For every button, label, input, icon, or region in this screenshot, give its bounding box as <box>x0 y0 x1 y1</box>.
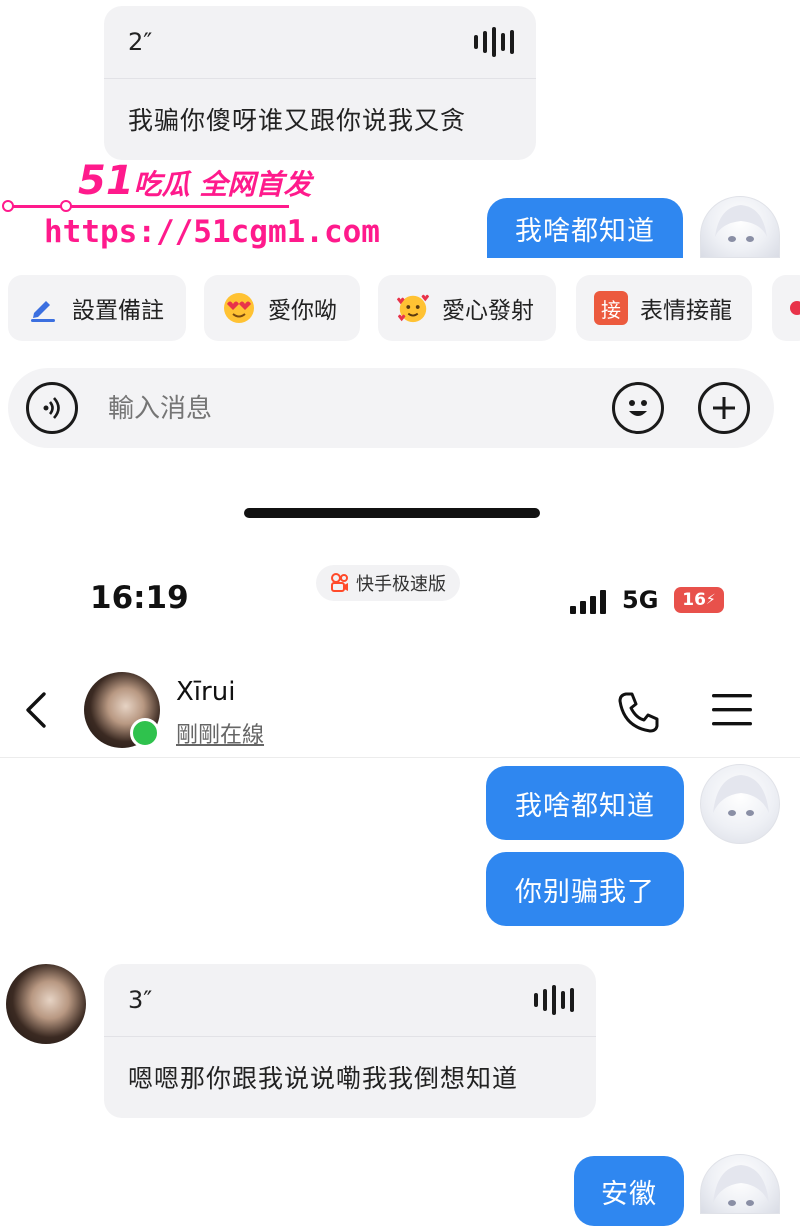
battery-indicator: 16 ⚡ <box>674 587 724 613</box>
voice-input-icon[interactable] <box>26 382 78 434</box>
voice-message-bubble[interactable]: 3″ 嗯嗯那你跟我说说嘞我我倒想知道 <box>104 964 596 1118</box>
emoji-icon[interactable] <box>612 382 664 434</box>
voice-waveform-icon[interactable] <box>534 985 574 1015</box>
network-type: 5G <box>622 586 659 614</box>
my-avatar[interactable] <box>700 764 780 844</box>
contact-last-seen: 剛剛在線 <box>176 723 265 748</box>
message-text: 你别骗我了 <box>515 876 655 908</box>
message-text: 我啥都知道 <box>515 215 655 247</box>
menu-icon[interactable] <box>710 690 754 730</box>
jie-badge-icon: 接 <box>594 291 628 325</box>
voice-transcript: 我骗你傻呀谁又跟你说我又贪 <box>128 106 467 135</box>
add-plus-icon[interactable] <box>698 382 750 434</box>
chip-heart-launch[interactable]: 愛心發射 <box>378 275 556 341</box>
status-time: 16:19 <box>90 580 189 616</box>
voice-waveform-icon[interactable] <box>474 27 514 57</box>
pencil-icon <box>26 291 60 325</box>
voice-message-bubble[interactable]: 2″ 我骗你傻呀谁又跟你说我又贪 <box>104 6 536 160</box>
outgoing-message-bubble[interactable]: 我啥都知道 <box>487 198 683 258</box>
hearts-emoji-icon <box>396 291 430 325</box>
chip-emoji-relay[interactable]: 接 表情接龍 <box>576 275 752 341</box>
watermark-logo: 51吃瓜 全网首发 <box>78 158 312 204</box>
message-input[interactable] <box>106 386 590 432</box>
my-avatar[interactable] <box>700 1154 780 1214</box>
back-to-app-pill[interactable]: 快手极速版 <box>316 565 460 601</box>
message-text: 安徽 <box>601 1178 657 1210</box>
heart-eyes-emoji-icon <box>222 291 256 325</box>
kuaishou-logo-icon <box>330 573 350 593</box>
back-chevron-icon[interactable] <box>22 690 50 730</box>
outgoing-message-bubble[interactable]: 你别骗我了 <box>486 852 684 926</box>
signal-icon <box>570 590 610 614</box>
message-text: 我啥都知道 <box>515 790 655 822</box>
contact-avatar[interactable] <box>6 964 86 1044</box>
chip-love-you[interactable]: 愛你呦 <box>204 275 360 341</box>
voice-transcript: 嗯嗯那你跟我说说嘞我我倒想知道 <box>128 1064 519 1093</box>
home-indicator[interactable] <box>244 508 540 518</box>
chip-set-remark[interactable]: 設置備註 <box>8 275 186 341</box>
outgoing-message-bubble[interactable]: 我啥都知道 <box>486 766 684 840</box>
voice-duration: 2″ <box>128 28 153 56</box>
watermark-underline <box>4 205 289 208</box>
online-status-dot <box>130 718 160 748</box>
my-avatar[interactable] <box>700 196 780 258</box>
voice-duration: 3″ <box>128 986 153 1014</box>
watermark-dot <box>60 200 72 212</box>
watermark-url: https://51cgm1.com <box>44 214 380 250</box>
contact-name[interactable]: Xīrui <box>176 677 235 707</box>
outgoing-message-bubble[interactable]: 安徽 <box>574 1156 684 1226</box>
heart-icon <box>790 301 800 315</box>
chip-more[interactable] <box>772 275 800 341</box>
header-divider <box>0 757 800 758</box>
watermark-dot <box>2 200 14 212</box>
phone-call-icon[interactable] <box>614 688 662 736</box>
